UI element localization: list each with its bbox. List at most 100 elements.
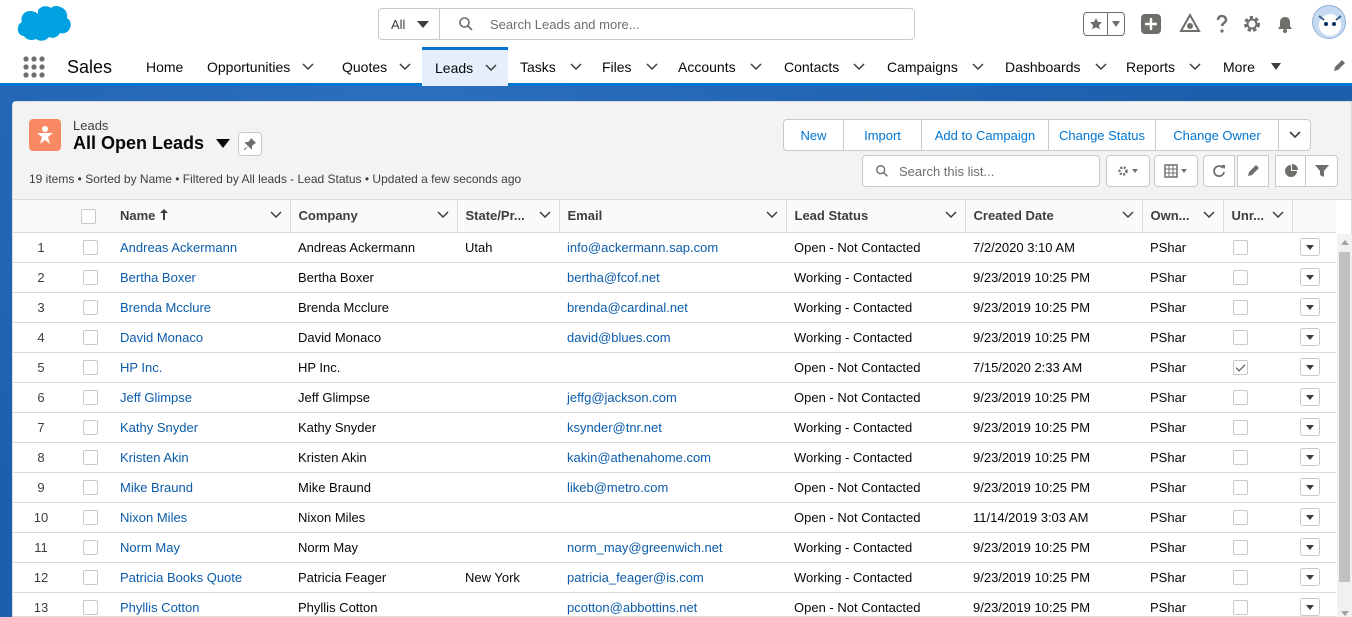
row-select-checkbox[interactable] [83, 300, 98, 316]
nav-item-leads[interactable]: Leads [422, 47, 508, 86]
lead-name-link[interactable]: Andreas Ackermann [120, 240, 237, 255]
nav-item-files[interactable]: Files [602, 47, 658, 86]
chevron-down-icon[interactable] [538, 211, 551, 219]
column-header-email[interactable]: Email [559, 200, 787, 233]
table-row[interactable]: 6 Jeff Glimpse Jeff Glimpse jeffg@jackson.c… [13, 382, 1336, 413]
nav-item-dashboards[interactable]: Dashboards [1005, 47, 1107, 86]
chevron-down-icon[interactable] [302, 62, 314, 71]
lead-name-link[interactable]: Kathy Snyder [120, 420, 198, 435]
column-header-unread[interactable]: Unr... [1223, 200, 1293, 233]
table-row[interactable]: 4 David Monaco David Monaco david@blues.com… [13, 322, 1336, 353]
global-create-icon[interactable] [1140, 13, 1162, 35]
row-actions-menu-button[interactable] [1300, 568, 1320, 586]
row-select-checkbox[interactable] [83, 270, 98, 286]
row-actions-menu-button[interactable] [1300, 238, 1320, 256]
table-row[interactable]: 5 HP Inc. HP Inc. Open - Not Contacted 7/15/… [13, 352, 1336, 383]
row-select-checkbox[interactable] [83, 330, 98, 346]
lead-name-link[interactable]: Brenda Mcclure [120, 300, 211, 315]
nav-item-opportunities[interactable]: Opportunities [207, 47, 314, 86]
edit-nav-pencil-icon[interactable] [1332, 59, 1346, 73]
row-actions-menu-button[interactable] [1300, 478, 1320, 496]
email-link[interactable]: ksynder@tnr.net [567, 420, 662, 435]
nav-item-contacts[interactable]: Contacts [784, 47, 865, 86]
column-header-owner[interactable]: Own... [1142, 200, 1224, 233]
chevron-down-icon[interactable] [750, 62, 762, 71]
chevron-down-icon[interactable] [646, 62, 658, 71]
trailhead-icon[interactable] [1179, 13, 1201, 35]
email-link[interactable]: brenda@cardinal.net [567, 300, 688, 315]
notifications-bell-icon[interactable] [1274, 13, 1296, 35]
lead-name-link[interactable]: Patricia Books Quote [120, 570, 242, 585]
search-input[interactable] [490, 16, 870, 32]
edit-list-button[interactable] [1237, 155, 1269, 187]
email-link[interactable]: likeb@metro.com [567, 480, 668, 495]
salesforce-logo[interactable] [14, 4, 74, 44]
list-search-input[interactable] [899, 163, 1089, 179]
nav-item-home[interactable]: Home [146, 47, 183, 86]
table-row[interactable]: 8 Kristen Akin Kristen Akin kakin@athenahom… [13, 442, 1336, 473]
lead-name-link[interactable]: Nixon Miles [120, 510, 187, 525]
row-select-checkbox[interactable] [83, 360, 98, 376]
help-icon[interactable] [1211, 13, 1233, 35]
scroll-up-arrow-icon[interactable] [1341, 240, 1349, 245]
gear-icon[interactable] [1241, 13, 1263, 35]
table-row[interactable]: 10 Nixon Miles Nixon Miles Open - Not Conta… [13, 502, 1336, 533]
add-to-campaign-button[interactable]: Add to Campaign [921, 119, 1049, 151]
chevron-down-icon[interactable] [972, 62, 984, 71]
row-actions-menu-button[interactable] [1300, 508, 1320, 526]
row-actions-menu-button[interactable] [1300, 388, 1320, 406]
nav-item-tasks[interactable]: Tasks [520, 47, 582, 86]
chevron-down-icon[interactable] [944, 211, 957, 219]
lead-name-link[interactable]: Jeff Glimpse [120, 390, 192, 405]
scroll-down-arrow-icon[interactable] [1341, 611, 1349, 616]
row-actions-menu-button[interactable] [1300, 418, 1320, 436]
lead-name-link[interactable]: Phyllis Cotton [120, 600, 199, 615]
column-header-state[interactable]: State/Pr... [457, 200, 560, 233]
nav-item-accounts[interactable]: Accounts [678, 47, 762, 86]
chevron-down-icon[interactable] [853, 62, 865, 71]
lead-name-link[interactable]: Kristen Akin [120, 450, 189, 465]
more-actions-button[interactable] [1278, 119, 1311, 151]
email-link[interactable]: kakin@athenahome.com [567, 450, 711, 465]
chevron-down-icon[interactable] [1189, 62, 1201, 71]
table-scrollbar[interactable] [1337, 234, 1352, 617]
change-owner-button[interactable]: Change Owner [1155, 119, 1279, 151]
row-select-checkbox[interactable] [83, 600, 98, 616]
charts-button[interactable] [1275, 155, 1307, 187]
table-row[interactable]: 11 Norm May Norm May norm_may@greenwich.net… [13, 532, 1336, 563]
favorites-star-button[interactable] [1084, 13, 1108, 35]
row-select-checkbox[interactable] [83, 420, 98, 436]
table-row[interactable]: 7 Kathy Snyder Kathy Snyder ksynder@tnr.net… [13, 412, 1336, 443]
lead-name-link[interactable]: Bertha Boxer [120, 270, 196, 285]
list-settings-button[interactable] [1106, 155, 1150, 187]
email-link[interactable]: pcotton@abbottins.net [567, 600, 697, 615]
app-launcher-icon[interactable] [21, 54, 47, 80]
nav-item-more[interactable]: More [1223, 47, 1281, 86]
filter-button[interactable] [1305, 155, 1338, 187]
change-status-button[interactable]: Change Status [1048, 119, 1156, 151]
chevron-down-icon[interactable] [570, 62, 582, 71]
table-row[interactable]: 3 Brenda Mcclure Brenda Mcclure brenda@card… [13, 292, 1336, 323]
column-header-company[interactable]: Company [290, 200, 458, 233]
new-button[interactable]: New [783, 119, 844, 151]
row-actions-menu-button[interactable] [1300, 328, 1320, 346]
email-link[interactable]: bertha@fcof.net [567, 270, 660, 285]
row-select-checkbox[interactable] [83, 480, 98, 496]
scrollbar-thumb[interactable] [1339, 252, 1350, 582]
chevron-down-icon[interactable] [436, 211, 449, 219]
chevron-down-icon[interactable] [399, 62, 411, 71]
lead-name-link[interactable]: Mike Braund [120, 480, 193, 495]
favorites-menu-button[interactable] [1108, 13, 1124, 35]
row-select-checkbox[interactable] [83, 570, 98, 586]
search-scope-dropdown[interactable]: All [379, 9, 440, 39]
column-header-name[interactable]: Name [112, 200, 291, 233]
display-as-button[interactable] [1154, 155, 1198, 187]
email-link[interactable]: norm_may@greenwich.net [567, 540, 723, 555]
chevron-down-icon[interactable] [1271, 211, 1284, 219]
column-header-lead-status[interactable]: Lead Status [786, 200, 966, 233]
table-row[interactable]: 13 Phyllis Cotton Phyllis Cotton pcotton@ab… [13, 592, 1336, 617]
list-view-picker[interactable]: All Open Leads [73, 133, 231, 154]
row-select-checkbox[interactable] [83, 390, 98, 406]
select-all-checkbox[interactable] [81, 208, 96, 224]
lead-name-link[interactable]: HP Inc. [120, 360, 162, 375]
